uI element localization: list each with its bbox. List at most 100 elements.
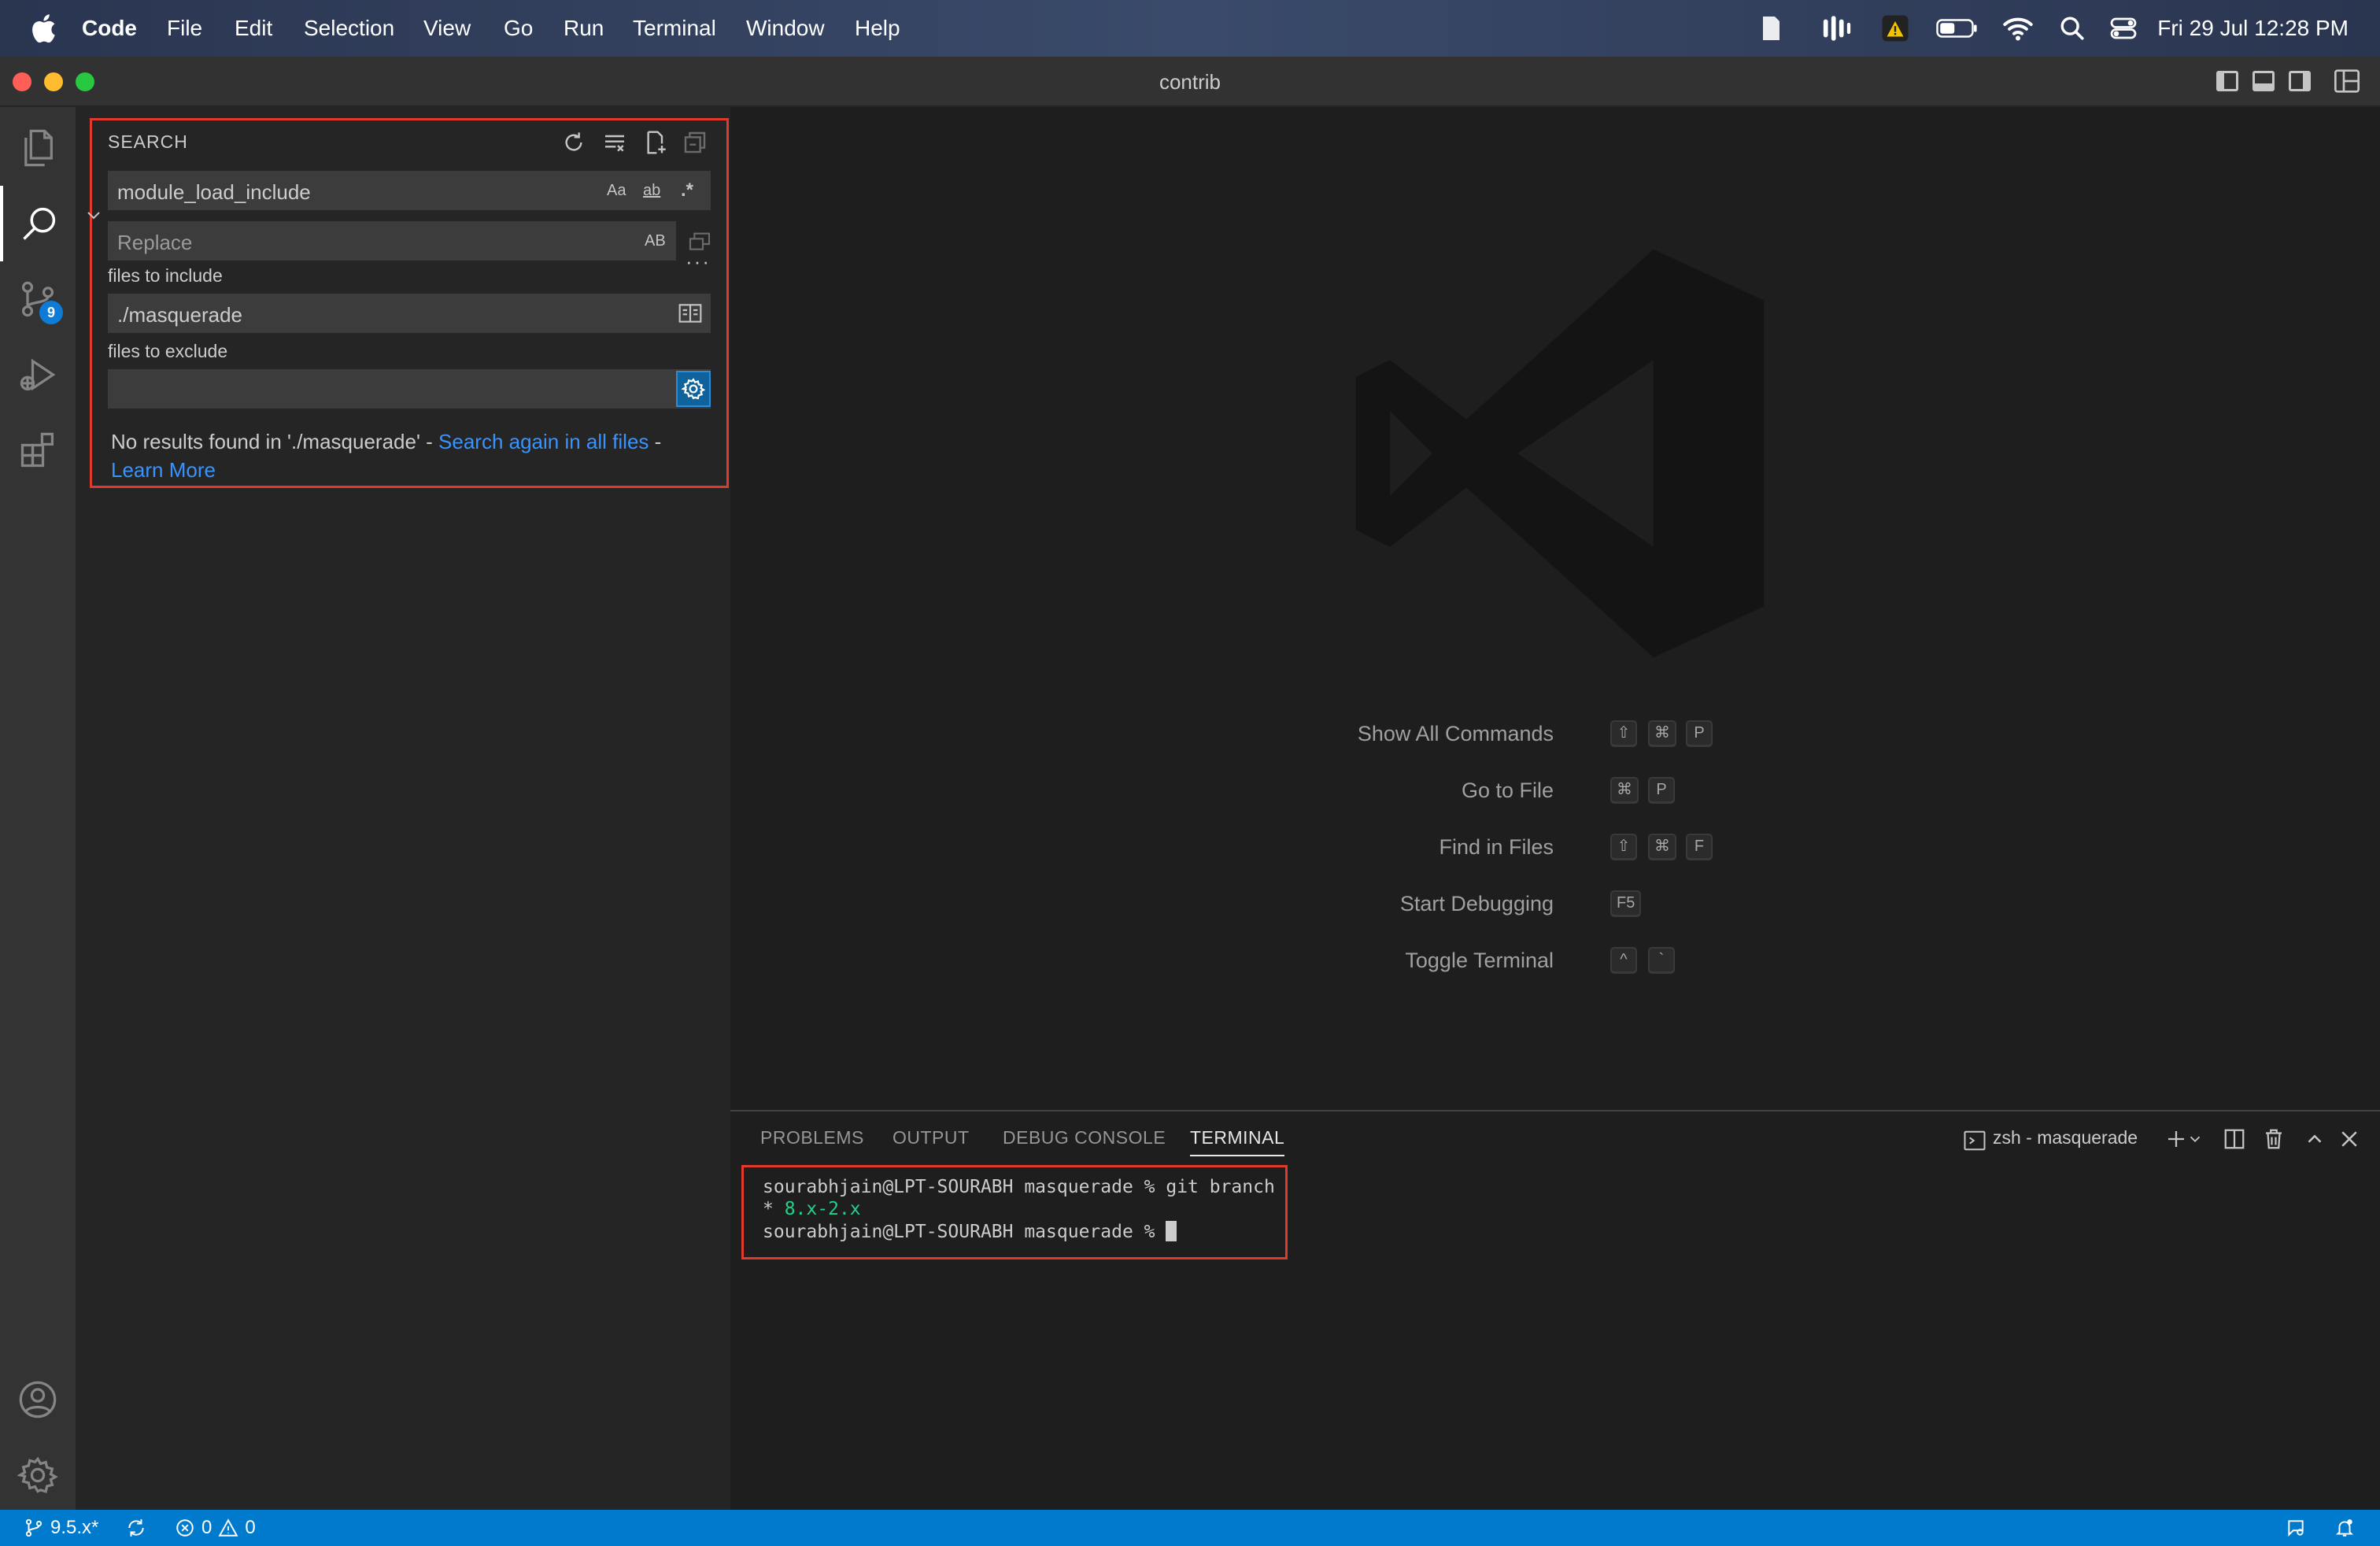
activity-search[interactable] (0, 186, 76, 261)
sync-icon (128, 1519, 144, 1537)
terminal-prompt-line: sourabhjain@LPT-SOURABH masquerade % (763, 1221, 1177, 1242)
menu-edit[interactable]: Edit (235, 0, 272, 57)
battery-icon[interactable] (1936, 14, 1979, 43)
branch-name: 8.x-2.x (784, 1199, 861, 1219)
activity-manage[interactable] (0, 1437, 76, 1513)
customize-layout-icon[interactable] (2334, 69, 2360, 93)
key-cap: ⇧ (1610, 834, 1637, 860)
match-whole-word-toggle[interactable]: ab (643, 176, 660, 205)
toggle-search-details-icon[interactable]: ··· (686, 250, 711, 274)
tray-warning-icon[interactable] (1881, 14, 1909, 43)
new-search-editor-icon[interactable] (640, 127, 671, 158)
terminal-cursor (1166, 1221, 1177, 1241)
menu-selection[interactable]: Selection (304, 0, 394, 57)
menu-run[interactable]: Run (564, 0, 604, 57)
control-center-icon[interactable] (2109, 14, 2138, 43)
status-problems[interactable]: 0 0 (175, 1510, 256, 1546)
terminal-output[interactable]: sourabhjain@LPT-SOURABH masquerade % git… (741, 1165, 1288, 1259)
use-regex-toggle[interactable]: .* (681, 176, 693, 205)
search-panel-title: SEARCH (108, 131, 188, 152)
match-case-toggle[interactable]: Aa (607, 176, 626, 205)
status-notifications[interactable] (2334, 1510, 2355, 1546)
menu-help[interactable]: Help (855, 0, 900, 57)
terminal-shell-icon (1964, 1130, 1986, 1151)
tray-activity-icon[interactable] (1821, 14, 1853, 43)
close-panel-icon[interactable] (2336, 1126, 2363, 1152)
maximize-panel-icon[interactable] (2301, 1126, 2328, 1152)
bottom-panel: PROBLEMS OUTPUT DEBUG CONSOLE TERMINAL z… (730, 1110, 2380, 1510)
key-cap: ^ (1610, 947, 1637, 974)
toggle-primary-sidebar-icon[interactable] (2216, 71, 2238, 91)
run-debug-icon (20, 358, 56, 391)
activity-explorer[interactable] (0, 110, 76, 186)
use-exclude-settings-toggle[interactable] (676, 371, 711, 407)
new-terminal-icon[interactable] (2163, 1126, 2190, 1152)
warning-icon (218, 1518, 238, 1537)
toggle-replace-chevron-icon[interactable] (84, 205, 103, 224)
split-terminal-icon[interactable] (2221, 1126, 2248, 1152)
menu-terminal[interactable]: Terminal (633, 0, 716, 57)
window-title: contrib (1159, 70, 1221, 94)
toggle-secondary-sidebar-icon[interactable] (2289, 71, 2311, 91)
no-results-message: No results found in './masquerade' - Sea… (111, 427, 709, 484)
vscode-watermark-logo (1355, 249, 1765, 658)
shortcut-label: Show All Commands (1357, 722, 1554, 745)
activity-accounts[interactable] (0, 1362, 76, 1437)
spotlight-search-icon[interactable] (2059, 14, 2086, 43)
warning-count: 0 (245, 1517, 256, 1538)
status-branch[interactable]: 9.5.x* (24, 1510, 98, 1546)
preserve-case-toggle[interactable]: AB (645, 227, 666, 255)
menu-view[interactable]: View (423, 0, 471, 57)
menu-window[interactable]: Window (746, 0, 825, 57)
files-to-include-label: files to include (108, 265, 223, 286)
key-cap: F (1686, 834, 1713, 860)
key-cap: ⌘ (1648, 834, 1676, 860)
activity-run-debug[interactable] (0, 337, 76, 412)
chevron-down-icon[interactable] (2186, 1126, 2204, 1152)
clear-results-icon[interactable] (599, 127, 630, 158)
files-to-exclude-input[interactable] (108, 369, 711, 409)
status-feedback[interactable] (2286, 1510, 2306, 1546)
status-sync[interactable] (126, 1510, 146, 1546)
tab-terminal[interactable]: TERMINAL (1190, 1127, 1285, 1156)
refresh-icon[interactable] (558, 127, 589, 158)
editor-area: Show All Commands ⇧ ⌘ P Go to File ⌘ P F… (730, 107, 2380, 1110)
key-cap: P (1686, 720, 1713, 747)
menu-file[interactable]: File (167, 0, 202, 57)
terminal-prompt: sourabhjain@LPT-SOURABH masquerade % (763, 1222, 1166, 1242)
trash-icon[interactable] (2260, 1126, 2287, 1152)
search-only-open-editors-icon[interactable] (678, 301, 703, 325)
menubar-clock[interactable]: Fri 29 Jul 12:28 PM (2157, 0, 2349, 57)
wifi-icon[interactable] (2002, 14, 2034, 43)
shortcut-label: Start Debugging (1399, 892, 1554, 915)
menu-app-code[interactable]: Code (82, 0, 137, 57)
activity-source-control[interactable]: 9 (0, 261, 76, 337)
shortcut-start-debugging: Start Debugging F5 (730, 888, 2380, 919)
message-separator: - (649, 430, 662, 453)
git-branch-icon (25, 1518, 42, 1537)
error-count: 0 (201, 1517, 213, 1538)
terminal-text: * (763, 1199, 785, 1219)
learn-more-link[interactable]: Learn More (111, 458, 216, 482)
key-cap: ⌘ (1648, 720, 1676, 747)
key-cap: F5 (1610, 890, 1642, 917)
account-icon (19, 1381, 57, 1418)
tab-output[interactable]: OUTPUT (893, 1127, 970, 1148)
replace-input[interactable]: Replace (108, 221, 676, 261)
scm-count-badge: 9 (39, 301, 63, 324)
toggle-panel-icon[interactable] (2252, 71, 2275, 91)
search-again-all-files-link[interactable]: Search again in all files (438, 430, 649, 453)
bell-icon (2335, 1519, 2354, 1537)
activity-extensions[interactable] (0, 412, 76, 488)
search-panel: SEARCH module_load_include Aa ab .* Repl… (87, 118, 729, 488)
shortcut-toggle-terminal: Toggle Terminal ^ ` (730, 945, 2380, 976)
gear-icon (17, 1456, 58, 1493)
files-to-include-input[interactable]: ./masquerade (108, 294, 711, 333)
apple-logo-icon[interactable] (28, 11, 57, 46)
tab-debug-console[interactable]: DEBUG CONSOLE (1003, 1127, 1166, 1148)
tab-problems[interactable]: PROBLEMS (760, 1127, 864, 1148)
shortcut-label: Go to File (1461, 779, 1554, 802)
menu-go[interactable]: Go (504, 0, 533, 57)
terminal-instance-name[interactable]: zsh - masquerade (1993, 1127, 2138, 1148)
tray-app-icon[interactable] (1758, 14, 1782, 43)
